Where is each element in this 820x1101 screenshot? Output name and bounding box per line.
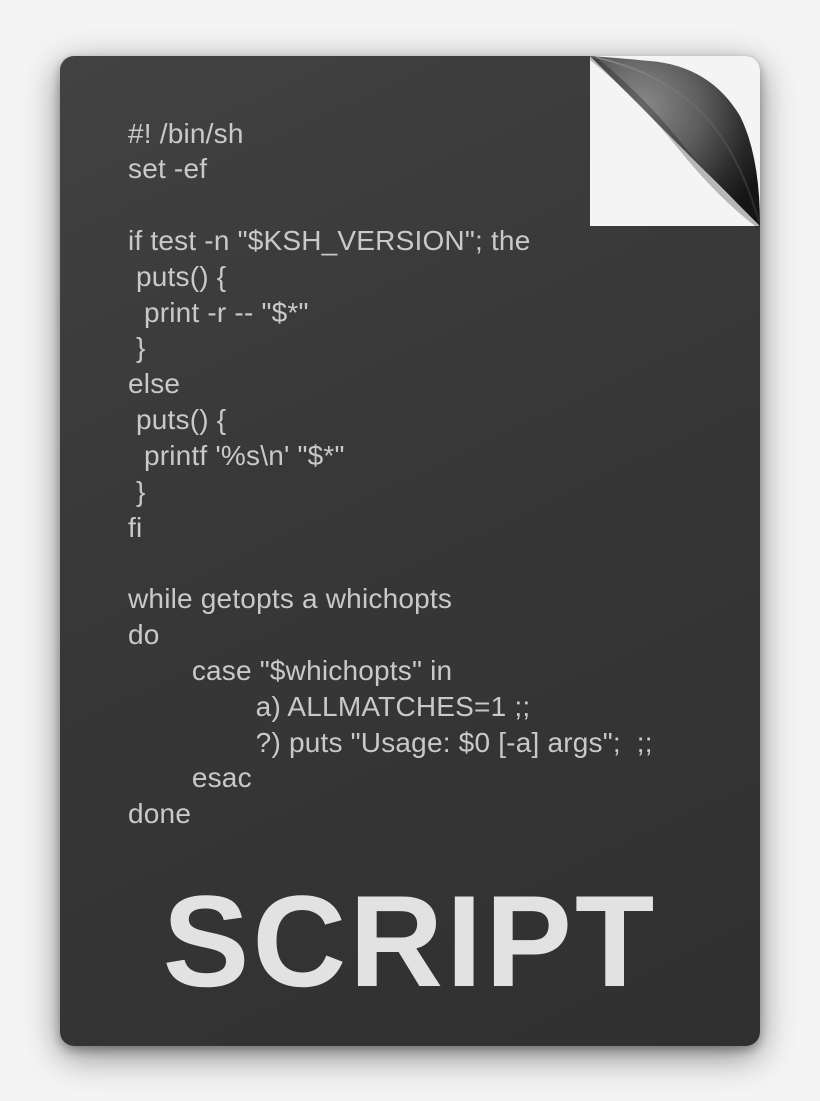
script-label: SCRIPT [60,866,760,1016]
page-curl-icon [590,56,760,226]
script-document-icon: #! /bin/sh set -ef if test -n "$KSH_VERS… [60,56,760,1046]
